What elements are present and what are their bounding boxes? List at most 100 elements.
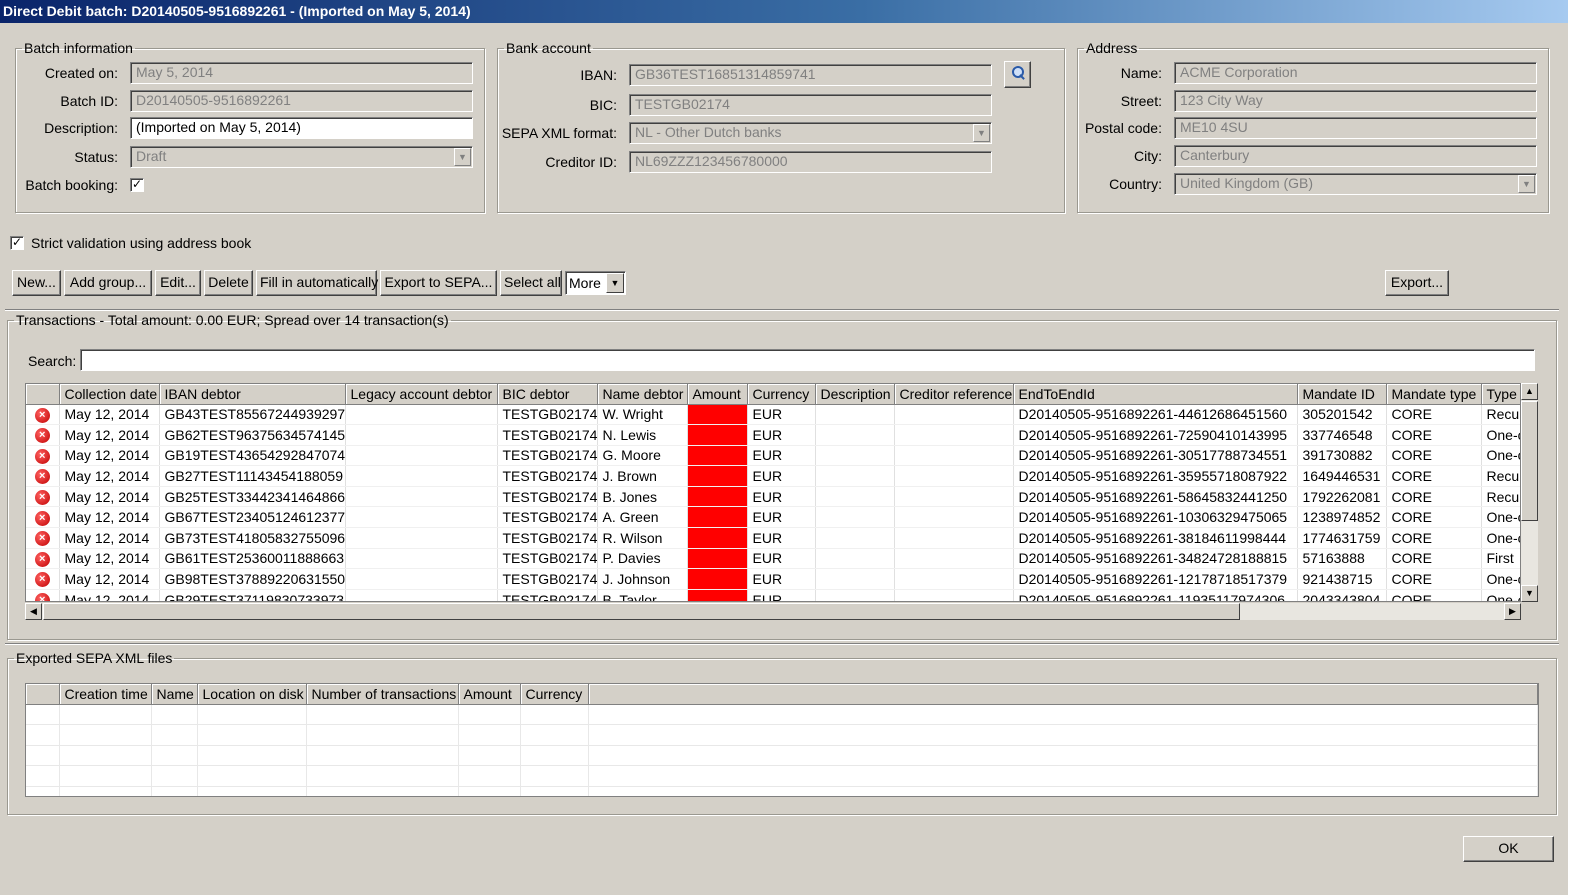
transactions-vertical-scrollbar[interactable]: ▲ ▼ xyxy=(1521,383,1538,602)
table-row[interactable]: × May 12, 2014 GB29TEST37119830733973 TESTG… xyxy=(26,589,1520,601)
fill-in-automatically-button[interactable]: Fill in automatically xyxy=(256,270,378,296)
check-icon: ✓ xyxy=(131,177,143,191)
description-input[interactable]: (Imported on May 5, 2014) xyxy=(130,117,473,139)
transactions-horizontal-scrollbar[interactable]: ◀ ▶ xyxy=(25,603,1521,620)
delete-button[interactable]: Delete xyxy=(204,270,253,296)
cell-legacy xyxy=(345,404,498,426)
row-status-cell: × xyxy=(26,568,60,590)
ok-button[interactable]: OK xyxy=(1463,836,1554,862)
batch-booking-checkbox[interactable]: ✓ xyxy=(130,178,144,192)
cell-amount xyxy=(687,506,748,529)
column-header[interactable]: Currency xyxy=(520,684,589,705)
column-header[interactable]: Mandate type xyxy=(1386,384,1482,405)
cell-amount xyxy=(687,445,748,467)
empty-cell xyxy=(59,704,152,726)
row-status-cell: × xyxy=(26,404,60,426)
cell-e2e: D20140505-9516892261-10306329475065 xyxy=(1013,506,1298,529)
bic-field: TESTGB02174 xyxy=(629,94,992,116)
column-header[interactable]: Name debtor xyxy=(597,384,688,405)
strict-validation-checkbox[interactable]: ✓ xyxy=(10,236,24,250)
cell-mandate-type: CORE xyxy=(1386,465,1482,487)
cell-currency: EUR xyxy=(747,424,816,446)
created-on-field: May 5, 2014 xyxy=(130,62,473,84)
scroll-up-icon[interactable]: ▲ xyxy=(1521,383,1538,400)
column-header[interactable]: Mandate ID xyxy=(1297,384,1387,405)
table-row[interactable]: × May 12, 2014 GB43TEST85567244939297 TESTG… xyxy=(26,404,1520,426)
more-select[interactable]: More ▼ xyxy=(565,271,626,295)
cell-type: Recurring xyxy=(1481,404,1520,426)
cell-name: R. Wilson xyxy=(597,527,688,549)
cell-amount xyxy=(687,404,748,426)
cell-description xyxy=(815,465,895,487)
column-header[interactable]: Number of transactions xyxy=(306,684,459,705)
cell-amount xyxy=(687,424,748,446)
cell-mandate-id: 2043343804 xyxy=(1297,589,1387,601)
batch-information-legend: Batch information xyxy=(24,40,133,56)
empty-cell xyxy=(59,724,152,746)
search-input[interactable] xyxy=(80,349,1535,371)
cell-mandate-id: 1238974852 xyxy=(1297,506,1387,529)
column-header[interactable]: Currency xyxy=(747,384,816,405)
column-header[interactable]: IBAN debtor xyxy=(159,384,346,405)
cell-date: May 12, 2014 xyxy=(59,548,160,570)
scroll-thumb[interactable] xyxy=(1521,401,1538,521)
column-header[interactable]: Amount xyxy=(458,684,521,705)
row-status-cell: × xyxy=(26,506,60,529)
cell-e2e: D20140505-9516892261-11935117974306 xyxy=(1013,589,1298,601)
cell-creditor-ref xyxy=(894,404,1014,426)
add-group-button[interactable]: Add group... xyxy=(64,270,152,296)
row-status-cell: × xyxy=(26,486,60,508)
cell-type: One-off xyxy=(1481,568,1520,590)
new-button[interactable]: New... xyxy=(12,270,61,296)
cell-amount xyxy=(687,486,748,508)
cell-date: May 12, 2014 xyxy=(59,424,160,446)
select-all-button[interactable]: Select all xyxy=(500,270,562,296)
table-row[interactable]: × May 12, 2014 GB61TEST25360011888663 TESTG… xyxy=(26,548,1520,570)
cell-creditor-ref xyxy=(894,486,1014,508)
cell-bic: TESTGB02174 xyxy=(497,445,598,467)
export-to-sepa-button[interactable]: Export to SEPA... xyxy=(380,270,497,296)
column-header[interactable] xyxy=(26,384,60,405)
cell-bic: TESTGB02174 xyxy=(497,589,598,601)
column-header[interactable]: Location on disk xyxy=(197,684,307,705)
divider xyxy=(5,643,1559,645)
cell-currency: EUR xyxy=(747,568,816,590)
cell-iban: GB67TEST23405124612377 xyxy=(159,506,346,529)
column-header[interactable]: Amount xyxy=(687,384,748,405)
column-header[interactable]: Creation time xyxy=(59,684,152,705)
cell-currency: EUR xyxy=(747,445,816,467)
column-header[interactable]: Collection date xyxy=(59,384,160,405)
address-legend: Address xyxy=(1086,40,1138,56)
empty-row xyxy=(26,745,1538,767)
search-iban-button[interactable] xyxy=(1004,61,1031,88)
scroll-right-icon[interactable]: ▶ xyxy=(1504,603,1521,620)
column-header[interactable]: BIC debtor xyxy=(497,384,598,405)
table-row[interactable]: × May 12, 2014 GB73TEST41805832755096 TESTG… xyxy=(26,527,1520,549)
row-status-cell: × xyxy=(26,465,60,487)
cell-legacy xyxy=(345,589,498,601)
cell-date: May 12, 2014 xyxy=(59,465,160,487)
table-row[interactable]: × May 12, 2014 GB98TEST37889220631550 TESTG… xyxy=(26,568,1520,590)
scroll-thumb[interactable] xyxy=(43,603,1240,620)
empty-cell xyxy=(197,786,307,796)
table-row[interactable]: × May 12, 2014 GB62TEST96375634574145 TESTG… xyxy=(26,424,1520,446)
scroll-down-icon[interactable]: ▼ xyxy=(1521,585,1538,602)
column-header[interactable]: EndToEndId xyxy=(1013,384,1298,405)
cell-iban: GB73TEST41805832755096 xyxy=(159,527,346,549)
scroll-left-icon[interactable]: ◀ xyxy=(25,603,42,620)
column-header[interactable]: Name xyxy=(151,684,198,705)
cell-creditor-ref xyxy=(894,424,1014,446)
table-row[interactable]: × May 12, 2014 GB27TEST11143454188059 TESTG… xyxy=(26,465,1520,487)
column-header[interactable]: Type xyxy=(1481,384,1520,405)
table-row[interactable]: × May 12, 2014 GB67TEST23405124612377 TESTG… xyxy=(26,506,1520,529)
column-header[interactable]: Legacy account debtor xyxy=(345,384,498,405)
table-row[interactable]: × May 12, 2014 GB25TEST33442341464866 TESTG… xyxy=(26,486,1520,508)
export-button[interactable]: Export... xyxy=(1385,270,1449,296)
column-header[interactable]: Creditor reference xyxy=(894,384,1014,405)
column-header[interactable]: Description xyxy=(815,384,895,405)
column-header[interactable] xyxy=(26,684,60,705)
batch-id-field: D20140505-9516892261 xyxy=(130,90,473,112)
edit-button[interactable]: Edit... xyxy=(155,270,201,296)
table-row[interactable]: × May 12, 2014 GB19TEST43654292847074 TESTG… xyxy=(26,445,1520,467)
cell-e2e: D20140505-9516892261-34824728188815 xyxy=(1013,548,1298,570)
